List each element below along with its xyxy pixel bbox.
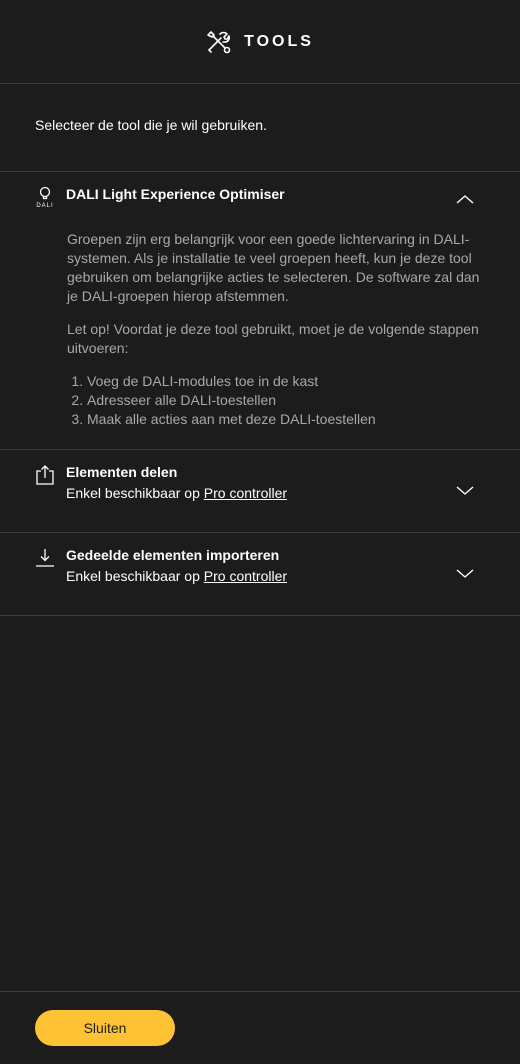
dali-description: Groepen zijn erg belangrijk voor een goe… (67, 230, 494, 429)
chevron-down-icon[interactable] (456, 569, 474, 579)
dali-icon-label: DALI (36, 203, 53, 209)
chevron-up-icon[interactable] (456, 194, 474, 204)
dali-steps-list: Voeg de DALI-modules toe in de kast Adre… (67, 372, 494, 429)
share-subtitle-prefix: Enkel beschikbaar op (66, 485, 200, 501)
tools-icon (207, 30, 231, 53)
section-dali-optimiser: DALI DALI Light Experience Optimiser Gro… (0, 172, 520, 450)
dali-step: Maak alle acties aan met deze DALI-toest… (87, 410, 494, 429)
dali-step: Adresseer alle DALI-toestellen (87, 391, 494, 410)
download-icon (36, 549, 54, 567)
dali-step: Voeg de DALI-modules toe in de kast (87, 372, 494, 391)
pro-controller-link[interactable]: Pro controller (204, 568, 287, 584)
chevron-down-icon[interactable] (456, 486, 474, 496)
header-inner: TOOLS (206, 29, 314, 55)
section-share-elements[interactable]: Elementen delen Enkel beschikbaar op Pro… (0, 450, 520, 533)
intro-text: Selecteer de tool die je wil gebruiken. (0, 84, 520, 172)
page-title: TOOLS (244, 32, 314, 50)
svg-text:DALI: DALI (36, 203, 53, 209)
section-import-elements[interactable]: Gedeelde elementen importeren Enkel besc… (0, 533, 520, 616)
dali-title: DALI Light Experience Optimiser (66, 186, 285, 202)
share-icon (36, 465, 54, 485)
dali-paragraph-1: Groepen zijn erg belangrijk voor een goe… (67, 231, 480, 304)
pro-controller-link[interactable]: Pro controller (204, 485, 287, 501)
import-subtitle-prefix: Enkel beschikbaar op (66, 568, 200, 584)
import-subtitle: Enkel beschikbaar op Pro controller (66, 568, 287, 584)
footer: Sluiten (0, 991, 520, 1064)
import-title: Gedeelde elementen importeren (66, 547, 280, 563)
share-subtitle: Enkel beschikbaar op Pro controller (66, 485, 287, 501)
header: TOOLS (0, 0, 520, 84)
dali-paragraph-2: Let op! Voordat je deze tool gebruikt, m… (67, 321, 479, 356)
close-button[interactable]: Sluiten (35, 1010, 175, 1046)
share-title: Elementen delen (66, 464, 178, 480)
